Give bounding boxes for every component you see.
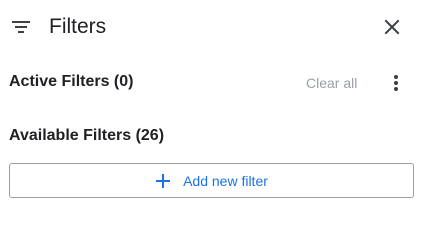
filter-list-icon xyxy=(12,21,30,33)
panel-title: Filters xyxy=(49,15,107,38)
close-icon xyxy=(384,19,400,35)
add-new-filter-label: Add new filter xyxy=(183,172,268,189)
close-button[interactable] xyxy=(380,15,404,39)
add-new-filter-button[interactable]: Add new filter xyxy=(9,163,414,198)
filters-header: Filters xyxy=(0,0,431,54)
available-filters-title: Available Filters (26) xyxy=(9,127,165,144)
more-vert-icon xyxy=(394,75,398,91)
active-filters-title: Active Filters (0) xyxy=(9,73,134,90)
plus-icon xyxy=(156,173,171,188)
clear-all-button[interactable]: Clear all xyxy=(306,74,357,92)
more-options-button[interactable] xyxy=(384,70,408,96)
